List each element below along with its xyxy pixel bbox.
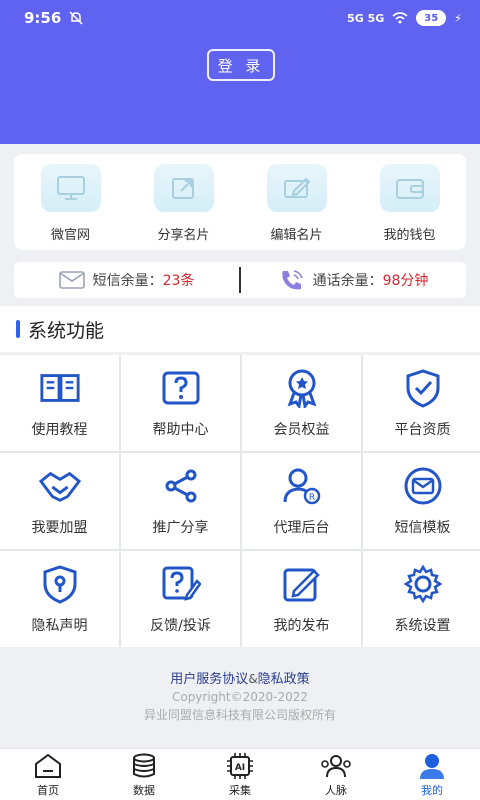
quick-action-edit-card[interactable]: 编辑名片 <box>247 164 347 243</box>
publish-icon <box>281 563 323 605</box>
tab-label: 数据 <box>133 783 155 797</box>
database-icon <box>128 752 160 780</box>
quick-action-wallet[interactable]: 我的钱包 <box>360 164 460 243</box>
monitor-icon <box>40 164 101 212</box>
sms-balance-label: 短信余量： <box>92 273 163 289</box>
copyright-text: Copyright©2020-2022 <box>171 690 309 704</box>
edit-card-icon <box>266 164 327 212</box>
function-label: 短信模板 <box>394 520 451 536</box>
function-feedback[interactable]: 反馈/投诉 <box>121 551 240 647</box>
feedback-icon <box>160 563 202 605</box>
footer-links: 用户服务协议&隐私政策 <box>0 668 480 687</box>
login-button[interactable]: 登 录 <box>207 49 275 81</box>
battery-indicator: 35 <box>416 10 447 26</box>
call-balance-value: 98分钟 <box>382 273 429 289</box>
function-label: 隐私声明 <box>31 618 88 634</box>
contacts-icon <box>320 752 352 780</box>
ai-chip-icon: AI <box>224 752 256 780</box>
help-icon <box>160 367 202 409</box>
quick-action-label: 我的钱包 <box>383 228 436 243</box>
company-text: 异业同盟信息科技有限公司版权所有 <box>143 708 336 722</box>
function-label: 平台资质 <box>394 422 451 438</box>
wifi-icon <box>392 12 408 24</box>
lock-shield-icon <box>39 563 81 605</box>
call-balance[interactable]: 通话余量：98分钟 <box>241 269 466 291</box>
section-accent-bar <box>16 320 20 338</box>
tab-contacts[interactable]: 人脉 <box>288 749 384 800</box>
handshake-icon <box>38 465 81 507</box>
tab-label: 我的 <box>421 783 443 797</box>
quick-action-share-card[interactable]: 分享名片 <box>134 164 234 243</box>
function-help[interactable]: 帮助中心 <box>121 355 240 451</box>
profile-icon <box>416 752 448 780</box>
mail-icon <box>402 465 444 507</box>
function-label: 使用教程 <box>31 422 88 438</box>
tab-home[interactable]: 首页 <box>0 749 96 800</box>
tab-label: 采集 <box>229 783 251 797</box>
function-grid: 使用教程 帮助中心 会员权益 平台资质 我要加盟 推广分享 R 代理后台 短信模… <box>0 355 480 647</box>
quick-actions-card: 微官网 分享名片 编辑名片 我的钱包 <box>14 154 466 250</box>
function-agent-backend[interactable]: R 代理后台 <box>242 453 361 549</box>
gear-icon <box>402 563 444 605</box>
svg-text:R: R <box>308 493 314 503</box>
status-time: 9:56 <box>24 9 62 27</box>
section-header: 系统功能 <box>0 306 480 352</box>
function-my-posts[interactable]: 我的发布 <box>242 551 361 647</box>
medal-icon <box>281 367 323 409</box>
wallet-icon <box>379 164 440 212</box>
function-label: 我的发布 <box>273 618 330 634</box>
function-label: 反馈/投诉 <box>150 618 211 634</box>
envelope-icon <box>58 271 85 289</box>
call-balance-label: 通话余量： <box>312 273 383 289</box>
tab-label: 首页 <box>37 783 59 797</box>
home-icon <box>32 752 64 780</box>
function-join[interactable]: 我要加盟 <box>0 453 119 549</box>
bottom-tab-bar: 首页 数据 AI 采集 人脉 我的 <box>0 748 480 800</box>
function-privacy[interactable]: 隐私声明 <box>0 551 119 647</box>
quick-action-label: 编辑名片 <box>270 228 323 243</box>
function-label: 推广分享 <box>152 520 209 536</box>
share-icon <box>160 465 202 507</box>
quick-action-label: 微官网 <box>50 228 90 243</box>
balance-card: 短信余量：23条 通话余量：98分钟 <box>14 262 466 298</box>
book-icon <box>39 367 81 409</box>
tab-data[interactable]: 数据 <box>96 749 192 800</box>
agent-icon: R <box>281 465 323 507</box>
function-promote-share[interactable]: 推广分享 <box>121 453 240 549</box>
share-card-icon <box>153 164 214 212</box>
signal-indicator: 5G 5G <box>347 11 385 25</box>
section-title: 系统功能 <box>28 319 105 342</box>
quick-action-micro-site[interactable]: 微官网 <box>21 164 121 243</box>
shield-check-icon <box>402 367 444 409</box>
user-agreement-link[interactable]: 用户服务协议 <box>170 672 248 687</box>
privacy-policy-link[interactable]: 隐私政策 <box>258 672 310 687</box>
function-label: 我要加盟 <box>31 520 88 536</box>
function-tutorial[interactable]: 使用教程 <box>0 355 119 451</box>
footer-amp: & <box>248 672 258 686</box>
tab-profile[interactable]: 我的 <box>384 749 480 800</box>
function-sms-template[interactable]: 短信模板 <box>363 453 480 549</box>
tab-label: 人脉 <box>325 783 347 797</box>
function-label: 帮助中心 <box>152 422 209 438</box>
quick-action-label: 分享名片 <box>157 228 210 243</box>
function-member-benefits[interactable]: 会员权益 <box>242 355 361 451</box>
phone-call-icon <box>281 270 303 290</box>
mute-icon <box>69 11 83 25</box>
status-bar: 9:56 5G 5G 35 ⚡ <box>0 0 480 36</box>
sms-balance-value: 23条 <box>162 273 195 289</box>
footer: 用户服务协议&隐私政策 Copyright©2020-2022 异业同盟信息科技… <box>0 668 480 723</box>
sms-balance[interactable]: 短信余量：23条 <box>14 270 239 290</box>
tab-collect[interactable]: AI 采集 <box>192 749 288 800</box>
svg-text:AI: AI <box>235 763 245 773</box>
function-qualification[interactable]: 平台资质 <box>363 355 480 451</box>
function-label: 系统设置 <box>394 618 451 634</box>
charging-icon: ⚡ <box>454 11 462 25</box>
function-label: 会员权益 <box>273 422 330 438</box>
function-label: 代理后台 <box>273 520 330 536</box>
function-settings[interactable]: 系统设置 <box>363 551 480 647</box>
